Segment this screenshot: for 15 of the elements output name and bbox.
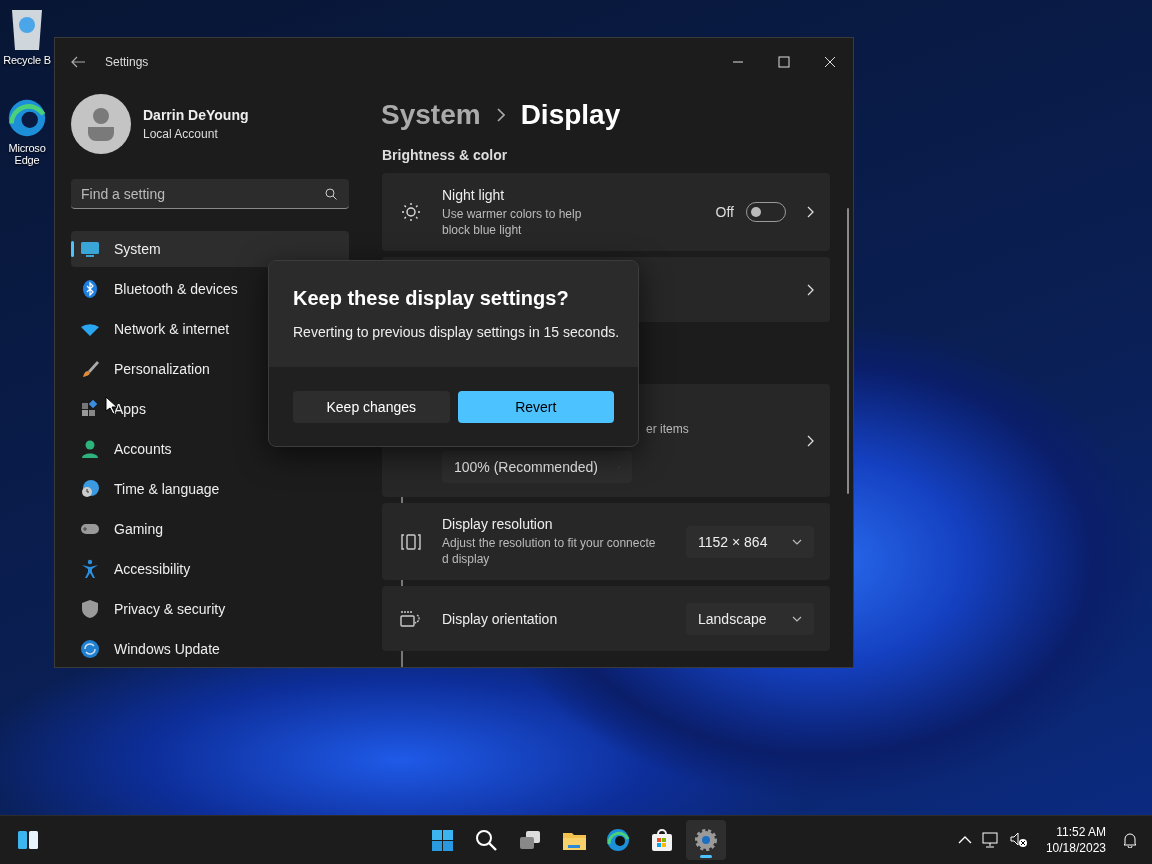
setting-description: er items [645, 420, 690, 437]
user-name: Darrin DeYoung [143, 107, 249, 123]
toggle-state-label: Off [715, 204, 734, 220]
account-type: Local Account [143, 127, 219, 141]
setting-title: Night light [442, 186, 506, 203]
desktop-icon-label: Microso Edge [8, 142, 46, 166]
dialog-title: Keep these display settings? [293, 287, 570, 310]
window-title: Settings [105, 55, 149, 69]
setting-description: Adjust the resolution to fit your connecte d display [442, 535, 657, 567]
section-heading: Brightness & color [382, 147, 509, 163]
setting-title: Display orientation [442, 610, 559, 627]
setting-title: Display resolution [442, 516, 554, 532]
desktop-icon-label: Recycle B [3, 54, 51, 66]
breadcrumb-item: Display [520, 99, 621, 131]
setting-description: Use warmer colors to help block blue light [442, 205, 583, 238]
